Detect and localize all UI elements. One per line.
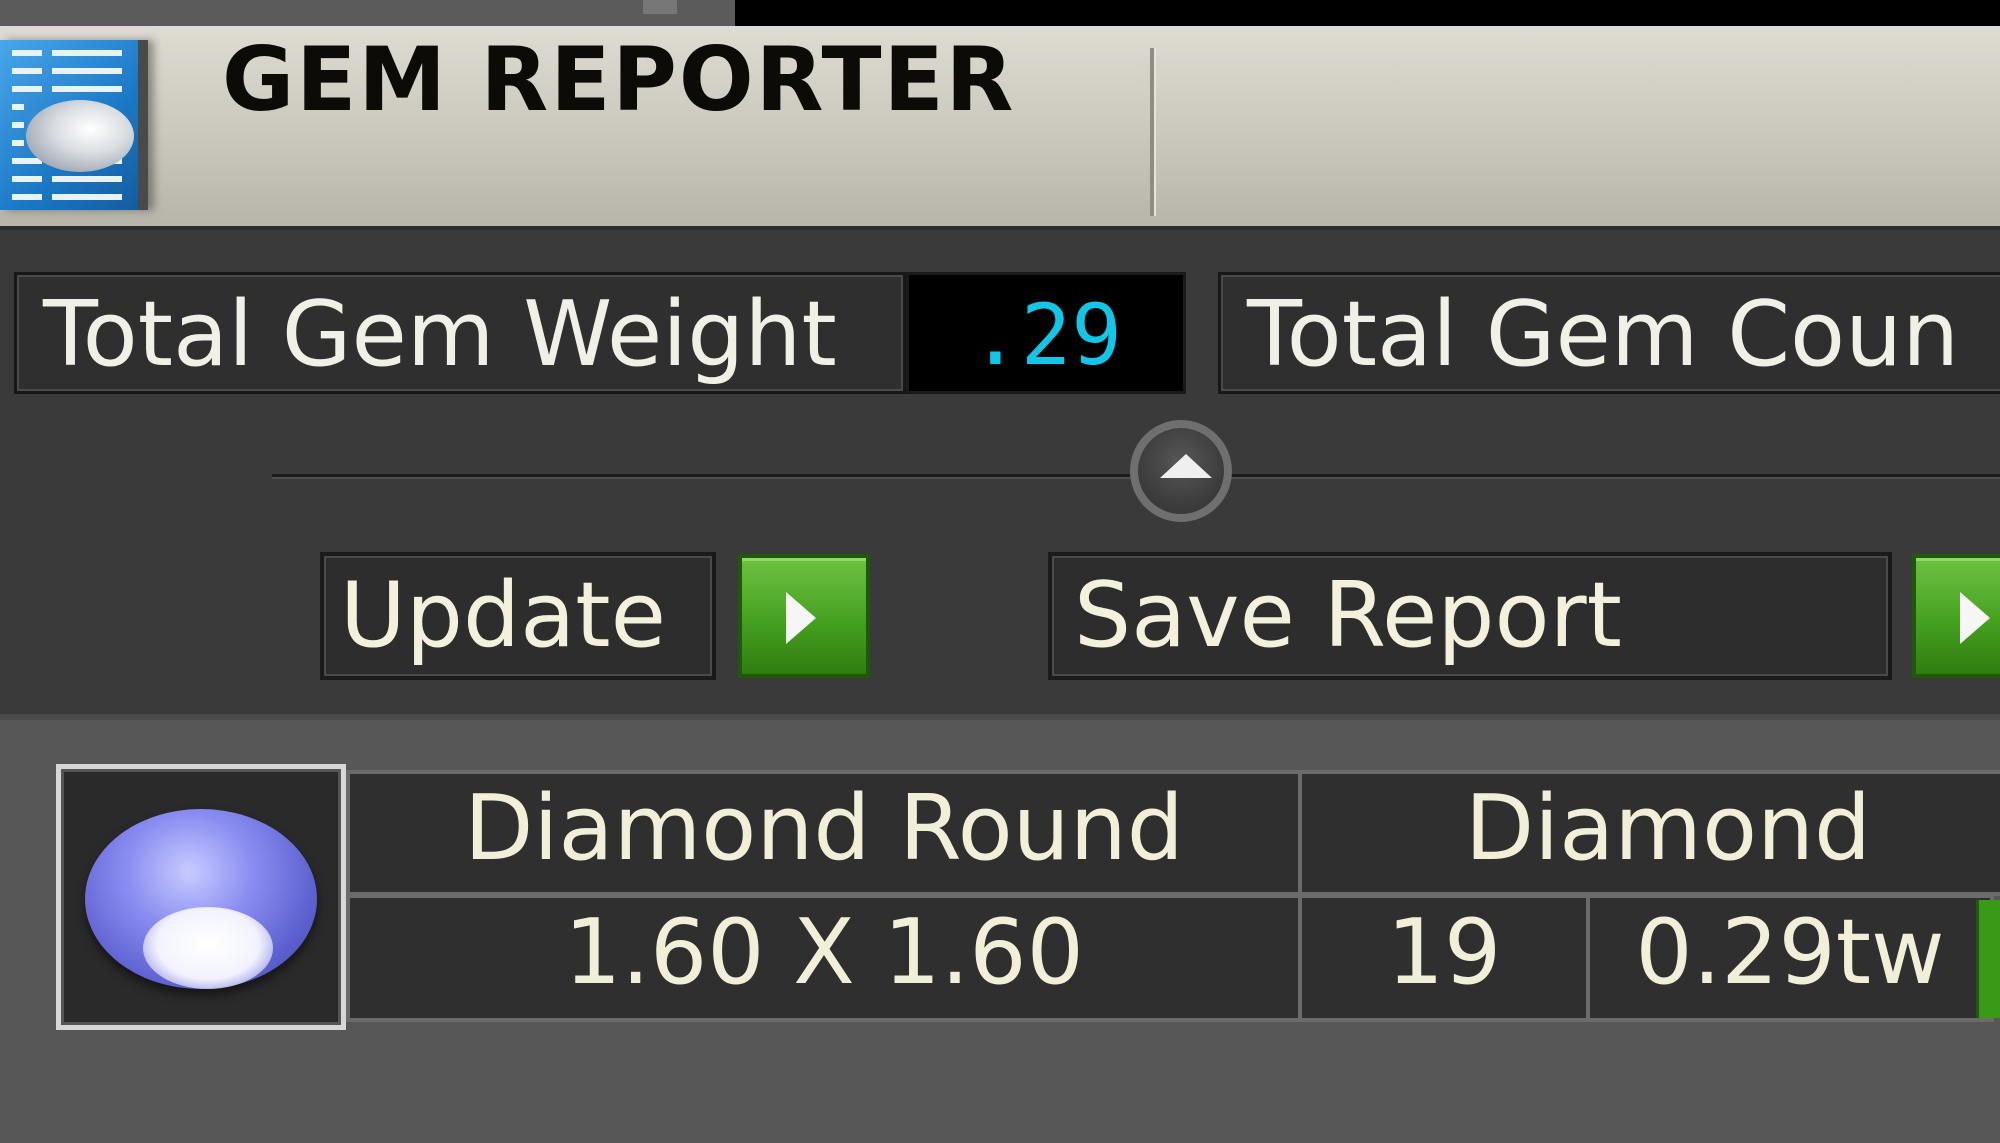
total-gem-weight-label: Total Gem Weight: [14, 272, 906, 394]
update-label[interactable]: Update: [320, 552, 716, 680]
title-divider: [1150, 48, 1156, 216]
gem-size-cell: 1.60 X 1.60: [346, 894, 1302, 1022]
total-gem-count-label: Total Gem Coun: [1218, 272, 2000, 394]
collapse-button[interactable]: [1130, 420, 1232, 522]
save-report-button[interactable]: [1912, 554, 2000, 678]
update-button[interactable]: [738, 554, 870, 678]
play-arrow-icon: [1960, 592, 1990, 644]
play-arrow-icon: [786, 592, 816, 644]
gem-name-cell: Diamond Round: [346, 770, 1302, 896]
total-gem-weight-value: .29: [906, 272, 1186, 394]
top-strip: [0, 0, 735, 26]
gem-weight-cell: 0.29tw: [1586, 894, 1994, 1022]
gem-count-cell: 19: [1298, 894, 1590, 1022]
save-report-label[interactable]: Save Report: [1048, 552, 1892, 680]
report-gem-icon: [0, 40, 148, 210]
gem-thumbnail[interactable]: [56, 764, 346, 1030]
app-title: GEM REPORTER: [222, 28, 1016, 131]
gem-type-cell: Diamond: [1298, 770, 2000, 896]
gem-row-action-button[interactable]: [1976, 900, 2000, 1018]
top-strip-dark: [735, 0, 2000, 26]
top-strip-handle[interactable]: [643, 0, 677, 14]
chevron-up-icon: [1160, 454, 1212, 478]
